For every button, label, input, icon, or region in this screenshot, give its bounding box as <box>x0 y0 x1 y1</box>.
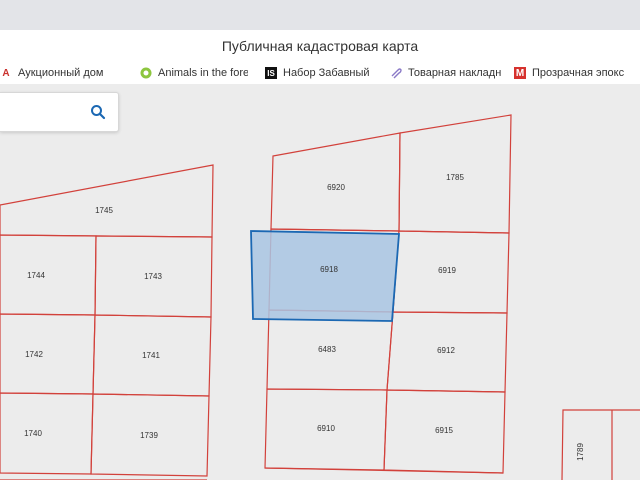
circle-logo-icon <box>140 67 152 79</box>
selected-parcel-6918[interactable] <box>250 230 400 322</box>
bookmark-auction-house[interactable]: A Аукционный дом <box>0 65 103 81</box>
parcel-label-1789: 1789 <box>576 443 585 461</box>
bookmark-animals[interactable]: Animals in the fore <box>140 65 248 81</box>
parcel-label-6910: 6910 <box>317 424 335 433</box>
bookmark-fun-set[interactable]: IS Набор Забавный <box>265 65 370 81</box>
parcel-label-1785: 1785 <box>446 173 464 182</box>
parcel-label-1742: 1742 <box>25 350 43 359</box>
cadastral-map[interactable]: 1745 1744 1743 1742 1741 1740 1739 6920 … <box>0 84 640 480</box>
search-icon[interactable] <box>90 104 106 120</box>
parcel-label-6912: 6912 <box>437 346 455 355</box>
parcel-label-1743: 1743 <box>144 272 162 281</box>
parcel-label-6918: 6918 <box>320 265 338 274</box>
parcel-1789[interactable] <box>561 409 640 480</box>
a-logo-icon: A <box>2 67 10 79</box>
parcel-label-1740: 1740 <box>24 429 42 438</box>
parcel-1742[interactable] <box>0 313 96 395</box>
parcel-label-6919: 6919 <box>438 266 456 275</box>
paperclip-icon <box>390 67 402 79</box>
bookmark-invoice[interactable]: Товарная накладн <box>390 65 501 81</box>
parcel-label-6483: 6483 <box>318 345 336 354</box>
bookmarks-bar: A Аукционный дом Animals in the fore IS … <box>0 62 640 84</box>
parcel-label-1745: 1745 <box>95 206 113 215</box>
parcel-label-1744: 1744 <box>27 271 45 280</box>
parcel-layer[interactable]: 1745 1744 1743 1742 1741 1740 1739 6920 … <box>0 84 640 480</box>
window-title: Публичная кадастровая карта <box>0 30 640 62</box>
parcel-1740[interactable] <box>0 392 94 475</box>
parcel-label-6920: 6920 <box>327 183 345 192</box>
parcel-1744[interactable] <box>0 234 97 316</box>
search-box[interactable] <box>0 92 119 132</box>
bookmark-epoxy[interactable]: M Прозрачная эпокс <box>514 65 624 81</box>
is-logo-icon: IS <box>265 67 277 79</box>
search-input[interactable] <box>6 101 88 123</box>
parcel-6920[interactable] <box>270 132 401 232</box>
parcel-label-1739: 1739 <box>140 431 158 440</box>
browser-top-strip <box>0 0 640 30</box>
parcel-1745[interactable] <box>0 164 214 238</box>
parcel-label-6915: 6915 <box>435 426 453 435</box>
parcel-label-1741: 1741 <box>142 351 160 360</box>
m-logo-icon: M <box>514 67 526 79</box>
